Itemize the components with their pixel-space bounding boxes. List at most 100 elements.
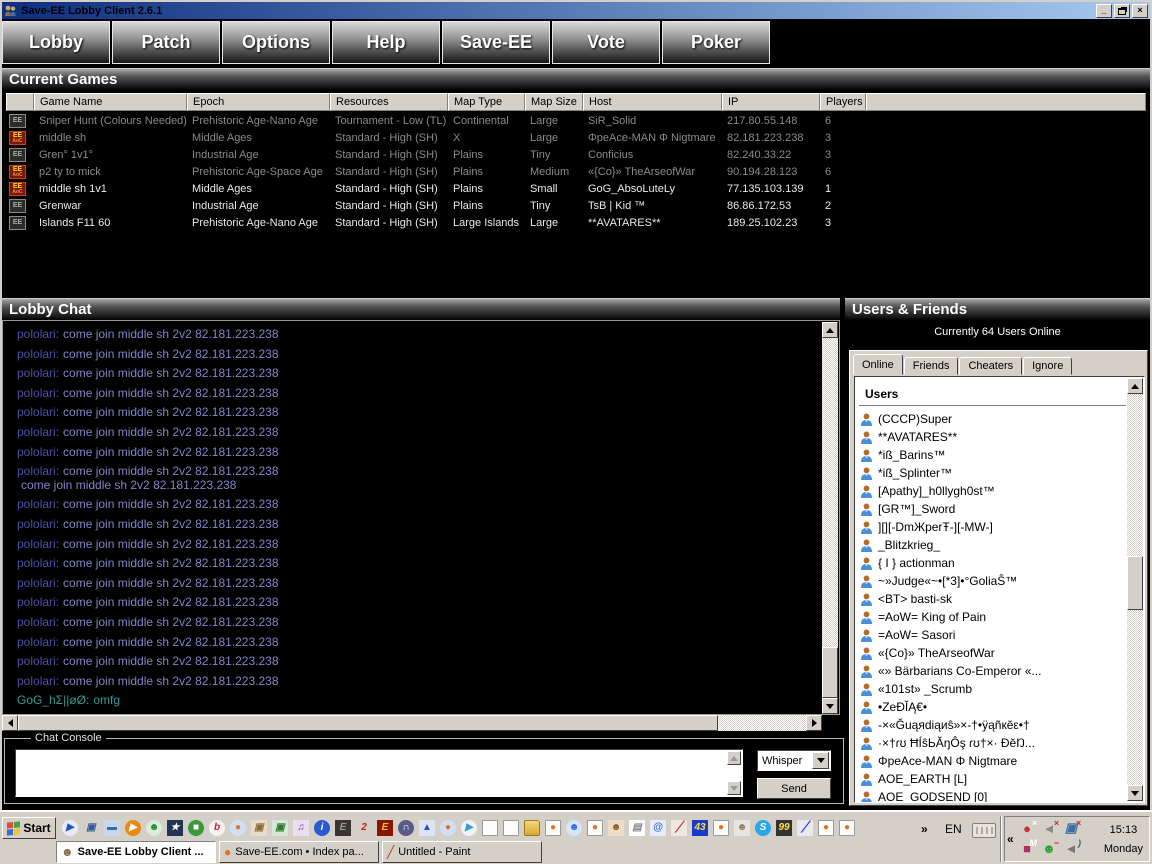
column-header[interactable] bbox=[866, 93, 1146, 111]
user-list-item[interactable]: ][][-DmЖperŦ-][-MW-] bbox=[859, 518, 1126, 536]
messenger-icon[interactable]: ☻ bbox=[566, 820, 582, 836]
user-list-item[interactable]: AOE_EARTH [L] bbox=[859, 770, 1126, 788]
channel-select[interactable]: Whisper bbox=[757, 750, 831, 771]
user-list-item[interactable]: =AoW= King of Pain bbox=[859, 608, 1126, 626]
user-list-item[interactable]: <BT> basti-sk bbox=[859, 590, 1126, 608]
scroll-thumb[interactable] bbox=[1127, 556, 1143, 610]
ee-aoc-icon[interactable]: E bbox=[377, 820, 393, 836]
cd-43-icon[interactable]: 43 bbox=[692, 820, 708, 836]
menu-help[interactable]: Help bbox=[332, 21, 440, 64]
tray-chevron[interactable]: « bbox=[1007, 832, 1014, 846]
column-header[interactable]: Resources bbox=[330, 93, 448, 111]
scroll-down-button[interactable] bbox=[1127, 785, 1143, 801]
taskbar-window-paint[interactable]: ╱ Untitled - Paint bbox=[382, 841, 542, 863]
mail-compose-icon[interactable]: @ bbox=[650, 820, 666, 836]
user-list-item[interactable]: ~»Judge«~•[*3]•°GoliaŜ™ bbox=[859, 572, 1126, 590]
contacts-icon[interactable]: ☻ bbox=[608, 820, 624, 836]
minimize-button[interactable]: _ bbox=[1096, 3, 1112, 18]
volume-muted-icon[interactable]: ◄ × bbox=[1041, 818, 1059, 836]
scroll-track[interactable] bbox=[822, 338, 838, 698]
close-button[interactable]: × bbox=[1132, 3, 1148, 18]
error-status-icon[interactable]: ● × bbox=[1019, 818, 1037, 836]
chat-horizontal-scrollbar[interactable] bbox=[2, 715, 822, 731]
paint-brush-icon[interactable]: ╱ bbox=[671, 820, 687, 836]
miranda-m-icon[interactable]: ■ M bbox=[1019, 838, 1037, 856]
keyboard-icon[interactable] bbox=[972, 823, 996, 838]
send-button[interactable]: Send bbox=[757, 778, 831, 799]
firefox-doc-5-icon[interactable]: ● bbox=[839, 820, 855, 836]
red-b-icon[interactable]: b bbox=[209, 820, 225, 836]
game-row[interactable]: middle sh Middle Ages Standard - High (S… bbox=[6, 129, 1146, 146]
game-row[interactable]: middle sh 1v1 Middle Ages Standard - Hig… bbox=[6, 180, 1146, 197]
my-computer-icon[interactable]: ▣ bbox=[83, 820, 99, 836]
user-list-item[interactable]: «» Bärbarians Co-Emperor «... bbox=[859, 662, 1126, 680]
menu-save-ee[interactable]: Save-EE bbox=[442, 21, 550, 64]
menu-lobby[interactable]: Lobby bbox=[2, 21, 110, 64]
firefox-doc-4-icon[interactable]: ● bbox=[818, 820, 834, 836]
user-list-item[interactable]: [GR™]_Sword bbox=[859, 500, 1126, 518]
scroll-right-button[interactable] bbox=[806, 715, 822, 731]
volume-icon[interactable]: ◄) bbox=[1063, 838, 1081, 856]
info-icon[interactable]: i bbox=[314, 820, 330, 836]
purple-music-icon[interactable]: ♫ bbox=[293, 820, 309, 836]
user-list-item[interactable]: ΦpeAce-MAN Φ Nigtmare bbox=[859, 752, 1126, 770]
menu-vote[interactable]: Vote bbox=[552, 21, 660, 64]
firefox-doc-3-icon[interactable]: ● bbox=[713, 820, 729, 836]
blue-statue-icon[interactable]: ▲ bbox=[419, 820, 435, 836]
users-scrollbar[interactable] bbox=[1127, 378, 1143, 801]
tab-cheaters[interactable]: Cheaters bbox=[959, 357, 1023, 375]
user-list-item[interactable]: «101st» _Scrumb bbox=[859, 680, 1126, 698]
game-row[interactable]: Gren° 1v1° Industrial Age Standard - Hig… bbox=[6, 146, 1146, 163]
user-list-item[interactable]: AOE_GODSEND [0] bbox=[859, 788, 1126, 802]
column-header[interactable]: IP bbox=[722, 93, 820, 111]
input-scroll-down-button[interactable] bbox=[727, 781, 741, 795]
red-2-icon[interactable]: 2 bbox=[356, 820, 372, 836]
user-list-item[interactable]: [Apathy]_h0llygh0st™ bbox=[859, 482, 1126, 500]
quick-launch-overflow-chevron[interactable]: » bbox=[921, 822, 928, 836]
user-list-item[interactable]: =AoW= Sasori bbox=[859, 626, 1126, 644]
user-list-item[interactable]: *iß_Barins™ bbox=[859, 446, 1126, 464]
column-header[interactable]: Map Size bbox=[525, 93, 583, 111]
green-window-icon[interactable]: ▣ bbox=[272, 820, 288, 836]
tab-ignore[interactable]: Ignore bbox=[1023, 357, 1073, 375]
user-list-item[interactable]: *iß_Splinter™ bbox=[859, 464, 1126, 482]
chat-input[interactable] bbox=[15, 749, 743, 797]
input-scroll-up-button[interactable] bbox=[727, 751, 741, 765]
icq-99-icon[interactable]: 99 bbox=[776, 820, 792, 836]
game-row[interactable]: p2 ty to mick Prehistoric Age-Space Age … bbox=[6, 163, 1146, 180]
star-flag-icon[interactable]: ★ bbox=[167, 820, 183, 836]
clock[interactable]: 15:13 Monday bbox=[1104, 821, 1143, 859]
user-list-item[interactable]: ·×†ɾʊ ĦÍŝЬĂŋÔş ɾʊ†×· ĐĕŊ... bbox=[859, 734, 1126, 752]
firefox-doc-icon[interactable]: ● bbox=[545, 820, 561, 836]
windows-green-icon[interactable]: ■ bbox=[188, 820, 204, 836]
headphones-icon[interactable]: ∩ bbox=[398, 820, 414, 836]
start-button[interactable]: Start bbox=[2, 817, 56, 839]
scroll-down-button[interactable] bbox=[822, 698, 838, 714]
user-list-item[interactable]: «{Co}» TheArseofWar bbox=[859, 644, 1126, 662]
column-header[interactable]: Game Name bbox=[34, 93, 187, 111]
tab-online[interactable]: Online bbox=[853, 354, 903, 375]
scroll-thumb[interactable] bbox=[822, 647, 838, 698]
tab-friends[interactable]: Friends bbox=[903, 357, 959, 375]
firefox-icon[interactable]: ● bbox=[230, 820, 246, 836]
document-icon[interactable] bbox=[482, 820, 498, 836]
notepad-icon[interactable]: ▤ bbox=[629, 820, 645, 836]
channel-dropdown-button[interactable] bbox=[812, 752, 829, 769]
quicktime-icon[interactable]: ▶ bbox=[461, 820, 477, 836]
game-row[interactable]: Grenwar Industrial Age Standard - High (… bbox=[6, 197, 1146, 214]
folder-icon[interactable] bbox=[524, 820, 540, 836]
column-header[interactable] bbox=[6, 93, 34, 111]
user-busy-icon[interactable]: ☻ − bbox=[1041, 838, 1059, 856]
taskbar-window-lobby-client[interactable]: ☻ Save-EE Lobby Client ... bbox=[56, 841, 216, 863]
user-list-item[interactable]: •ZeĐĬĄ€• bbox=[859, 698, 1126, 716]
chat-vertical-scrollbar[interactable] bbox=[822, 322, 838, 714]
firefox-2-icon[interactable]: ● bbox=[440, 820, 456, 836]
user-list-item[interactable]: { I } actionman bbox=[859, 554, 1126, 572]
restore-button[interactable] bbox=[1114, 3, 1130, 18]
user-list-item[interactable]: (CCCP)Super bbox=[859, 410, 1126, 428]
network-disconnected-icon[interactable]: ▣ × bbox=[1063, 818, 1081, 836]
column-header[interactable]: Players bbox=[820, 93, 866, 111]
game-row[interactable]: Sniper Hunt (Colours Needed) Prehistoric… bbox=[6, 112, 1146, 129]
media-player-orange-icon[interactable]: ▶ bbox=[125, 820, 141, 836]
user-list-item[interactable]: _Blitzkrieg_ bbox=[859, 536, 1126, 554]
